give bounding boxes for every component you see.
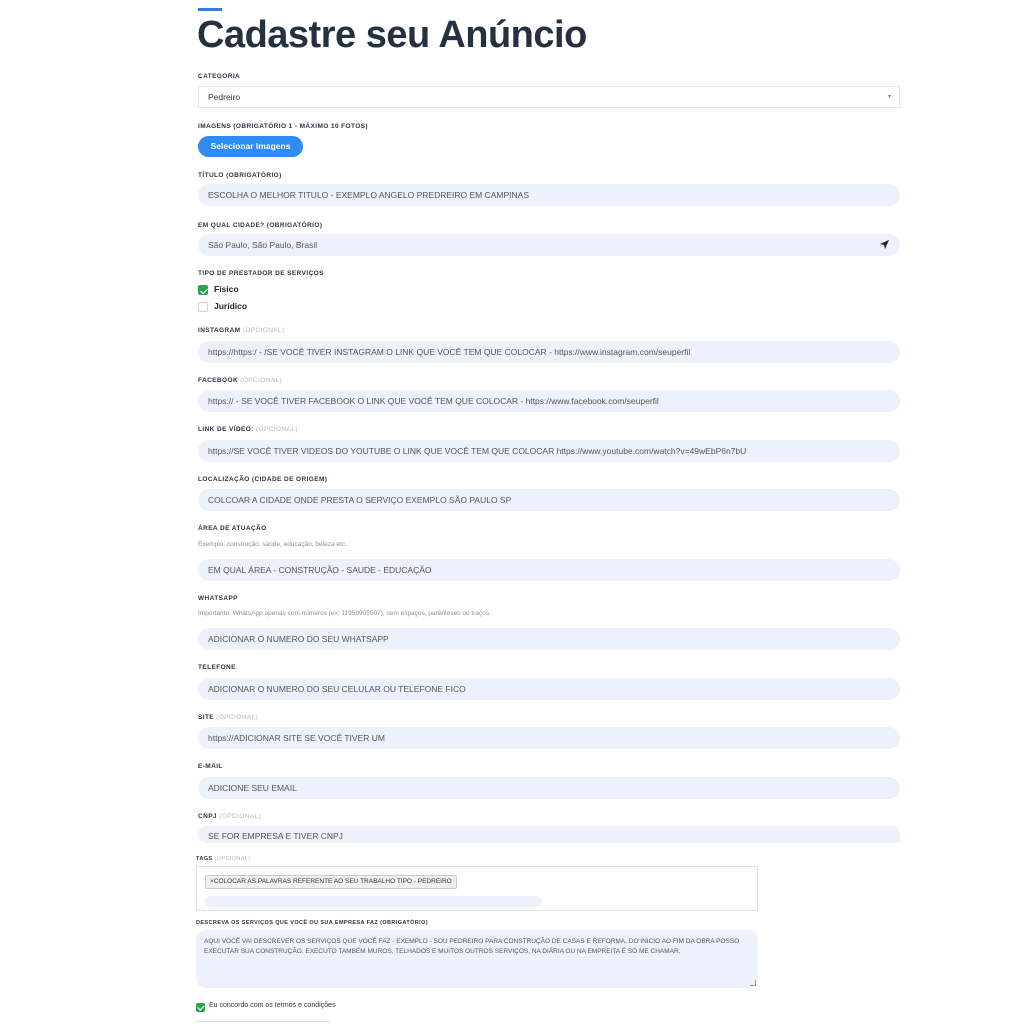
instagram-input[interactable]: https://https:/ - /SE VOCÊ TIVER INSTAGR… bbox=[198, 341, 900, 363]
instagram-label: INSTAGRAM (OPCIONAL) bbox=[198, 327, 285, 334]
bottom-divider bbox=[196, 1021, 330, 1022]
title-accent-bar bbox=[198, 8, 222, 11]
video-label: LINK DE VÍDEO: (OPCIONAL) bbox=[198, 426, 298, 433]
categoria-value: Pedreiro bbox=[208, 92, 241, 102]
terms-checkbox[interactable] bbox=[196, 1003, 205, 1012]
tags-box[interactable]: ×COLOCAR AS PALAVRAS REFERENTE AO SEU TR… bbox=[196, 866, 758, 911]
cidade-label: EM QUAL CIDADE? (OBRIGATÓRIO) bbox=[198, 222, 323, 229]
facebook-input[interactable]: https:// - SE VOCÊ TIVER FACEBOOK O LINK… bbox=[198, 390, 900, 412]
whatsapp-label: WHATSAPP bbox=[198, 595, 238, 602]
descricao-value: AQUI VOCÊ VAI DESCREVER OS SERVIÇOS QUE … bbox=[204, 938, 740, 955]
localizacao-input[interactable]: COLCOAR A CIDADE ONDE PRESTA O SERVIÇO E… bbox=[198, 489, 900, 511]
site-label: SITE (OPCIONAL) bbox=[198, 714, 259, 721]
cidade-input[interactable]: São Paulo, São Paulo, Brasil bbox=[198, 234, 900, 256]
imagens-label: IMAGENS (OBRIGATÓRIO 1 - MÁXIMO 10 FOTOS… bbox=[198, 123, 369, 130]
cidade-value: São Paulo, São Paulo, Brasil bbox=[208, 240, 318, 250]
telefone-input[interactable]: ADICIONAR O NUMERO DO SEU CELULAR OU TEL… bbox=[198, 678, 900, 700]
location-arrow-icon[interactable] bbox=[879, 239, 890, 250]
categoria-label: CATEGORIA bbox=[198, 73, 241, 80]
titulo-label: TÍTULO (OBRIGATÓRIO) bbox=[198, 172, 282, 179]
titulo-input[interactable]: ESCOLHA O MELHOR TITULO - EXEMPLO ANGELO… bbox=[198, 184, 900, 206]
area-hint: Exemplo: construção, saúde, educação, be… bbox=[198, 541, 347, 548]
site-input[interactable]: https://ADICIONAR SITE SE VOCÊ TIVER UM bbox=[198, 727, 900, 749]
video-input[interactable]: https://SE VOCÊ TIVER VIDEOS DO YOUTUBE … bbox=[198, 440, 900, 462]
facebook-label: FACEBOOK (OPCIONAL) bbox=[198, 377, 283, 384]
tags-label: TAGS (OPCIONAL) bbox=[196, 856, 251, 862]
tags-input[interactable] bbox=[205, 896, 542, 907]
cnpj-label: CNPJ (OPCIONAL) bbox=[198, 813, 262, 820]
cnpj-input[interactable]: SE FOR EMPRESA E TIVER CNPJ bbox=[198, 826, 900, 843]
fisico-checkbox[interactable] bbox=[198, 285, 208, 295]
categoria-select[interactable]: Pedreiro ▾ bbox=[198, 86, 900, 108]
whatsapp-input[interactable]: ADICIONAR O NUMERO DO SEU WHATSAPP bbox=[198, 628, 900, 650]
area-label: ÁREA DE ATUAÇÃO bbox=[198, 525, 267, 532]
email-label: E-MAIL bbox=[198, 763, 223, 770]
chevron-down-icon: ▾ bbox=[887, 94, 891, 100]
juridico-label: Jurídico bbox=[214, 301, 248, 311]
localizacao-label: LOCALIZAÇÃO (CIDADE DE ORIGEM) bbox=[198, 476, 328, 483]
resize-handle-icon[interactable] bbox=[750, 980, 756, 986]
whatsapp-hint: Importante: WhatsApp apenas com números … bbox=[198, 610, 491, 617]
juridico-checkbox[interactable] bbox=[198, 302, 208, 312]
terms-label: Eu concordo com os termos e condições bbox=[209, 1002, 336, 1009]
fisico-label: Físico bbox=[214, 284, 239, 294]
tag-chip[interactable]: ×COLOCAR AS PALAVRAS REFERENTE AO SEU TR… bbox=[205, 875, 457, 889]
page-title: Cadastre seu Anúncio bbox=[197, 14, 587, 56]
descricao-label: DESCREVA OS SERVIÇOS QUE VOCÊ OU SUA EMP… bbox=[196, 920, 428, 926]
telefone-label: TELEFONE bbox=[198, 664, 236, 671]
prestador-label: TIPO DE PRESTADOR DE SERVIÇOS bbox=[198, 270, 324, 277]
descricao-textarea[interactable]: AQUI VOCÊ VAI DESCREVER OS SERVIÇOS QUE … bbox=[196, 930, 758, 988]
email-input[interactable]: ADICIONE SEU EMAIL bbox=[198, 777, 900, 799]
select-images-button[interactable]: Selecionar Imagens bbox=[198, 136, 303, 157]
area-input[interactable]: EM QUAL ÁREA - CONSTRUÇÃO - SAUDE - EDUC… bbox=[198, 559, 900, 581]
